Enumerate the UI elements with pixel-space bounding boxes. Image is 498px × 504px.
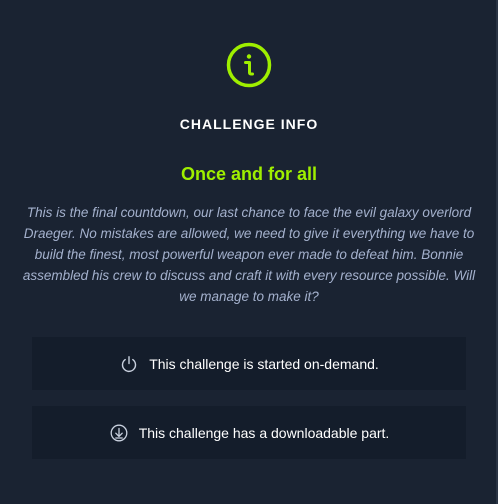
- info-icon: [226, 42, 272, 88]
- challenge-description: This is the final countdown, our last ch…: [22, 205, 476, 304]
- section-heading: CHALLENGE INFO: [179, 116, 319, 132]
- download-icon: [109, 423, 129, 443]
- downloadable-text: This challenge has a downloadable part.: [138, 424, 390, 441]
- challenge-title: Once and for all: [180, 164, 318, 184]
- on-demand-info: This challenge is started on-demand.: [32, 337, 466, 390]
- power-icon: [119, 354, 139, 374]
- downloadable-info: This challenge has a downloadable part.: [32, 406, 466, 459]
- on-demand-text: This challenge is started on-demand.: [149, 355, 379, 372]
- challenge-info-panel: CHALLENGE INFO Once and for all This is …: [0, 0, 498, 504]
